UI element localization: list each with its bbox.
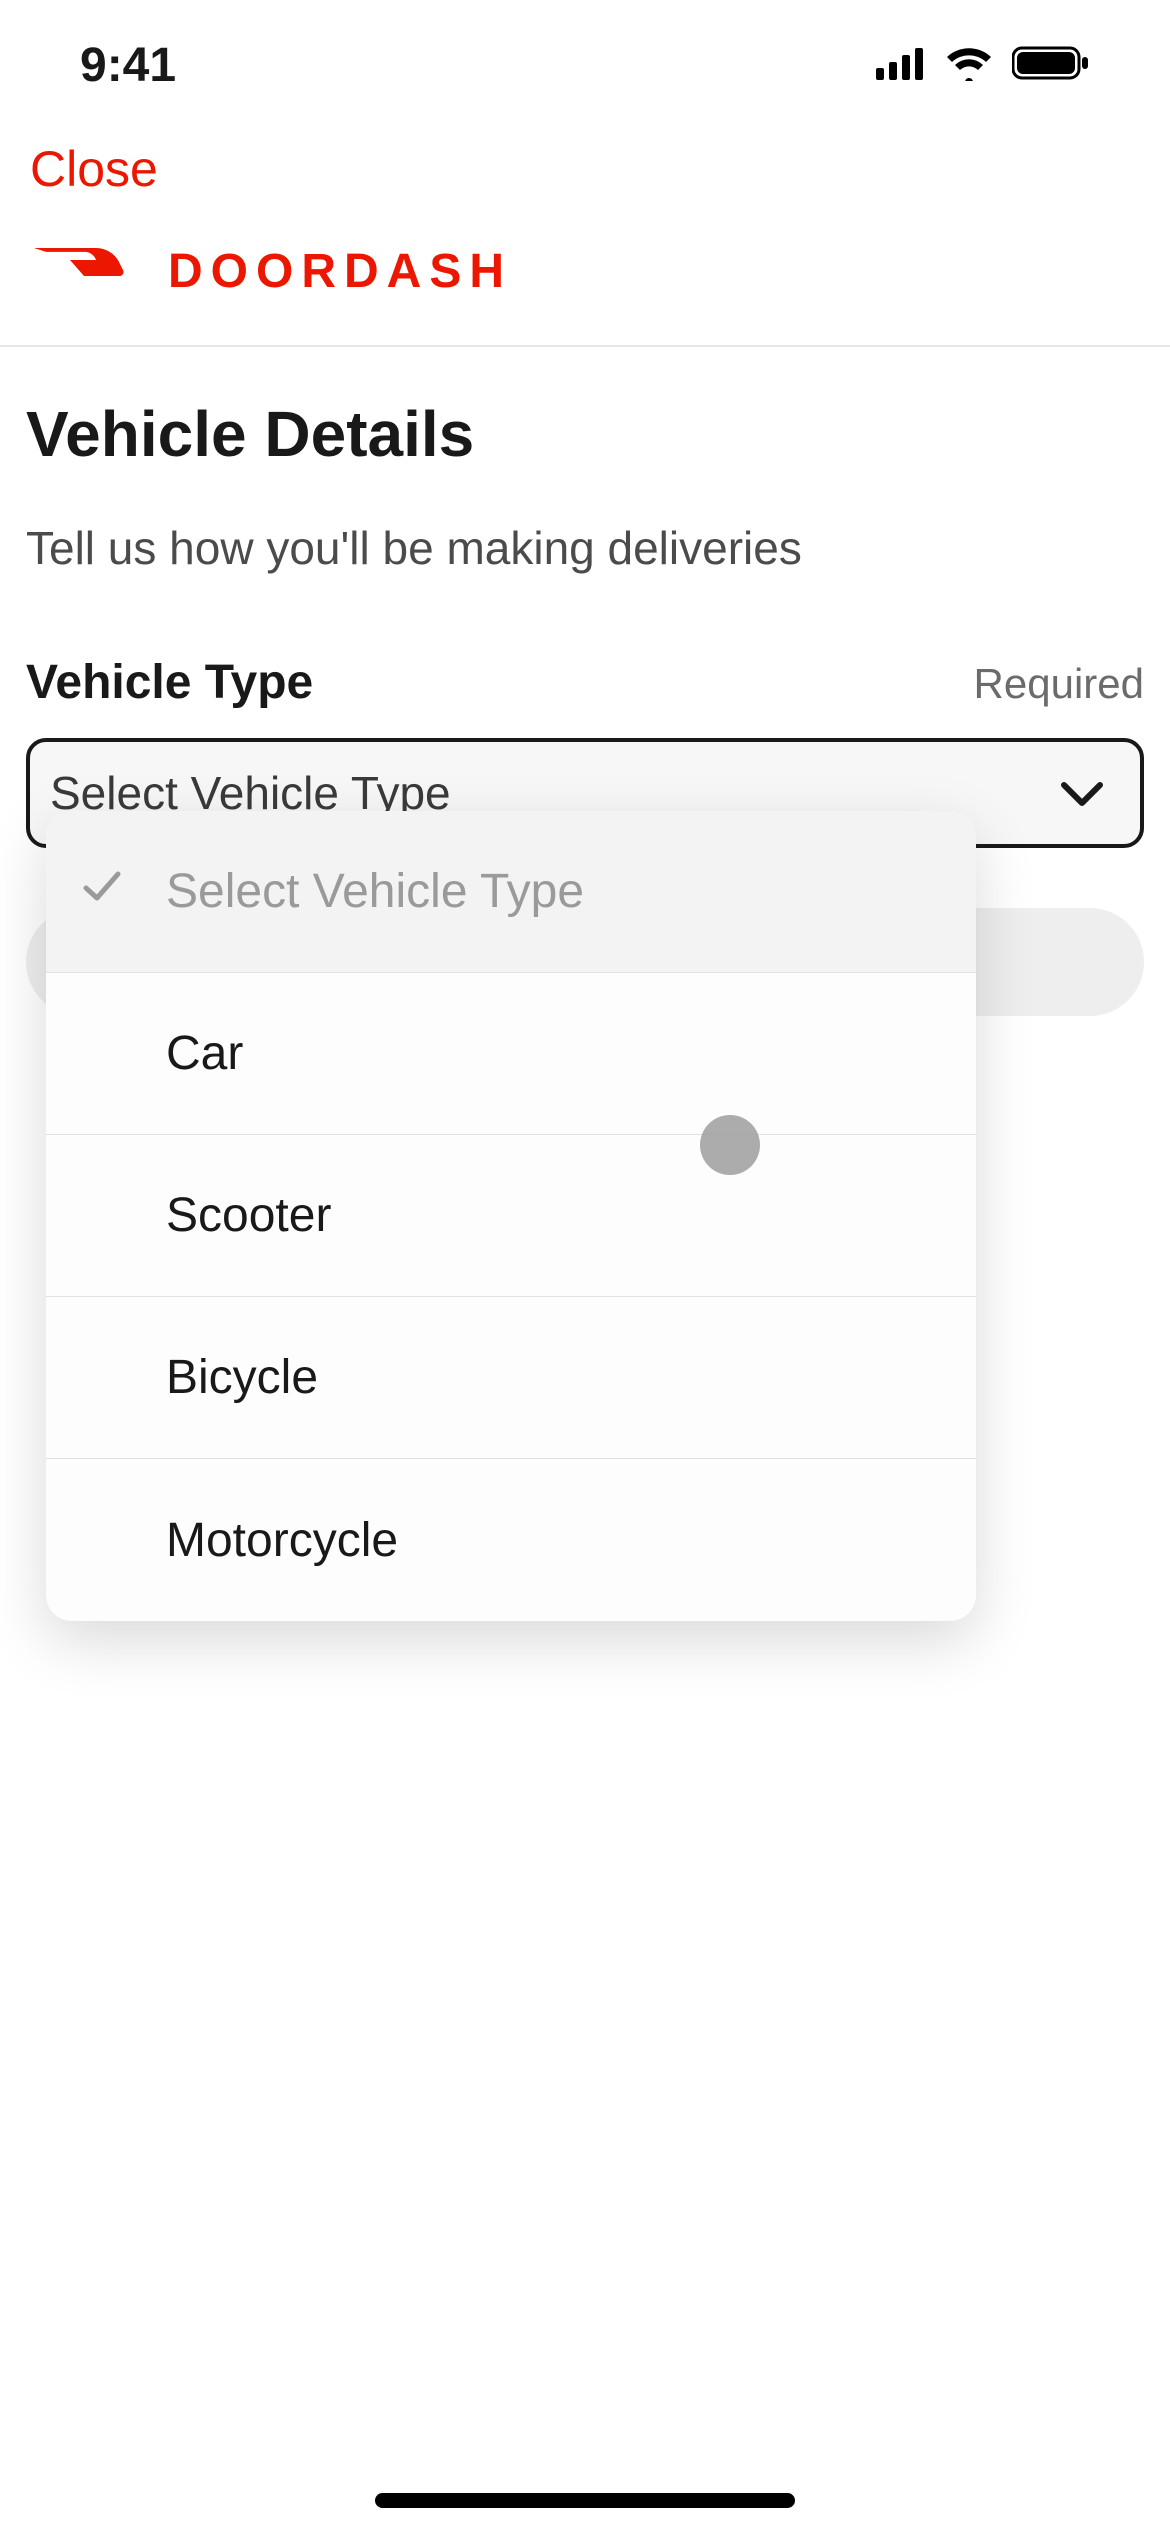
page-subtitle: Tell us how you'll be making deliveries — [26, 521, 1144, 575]
dropdown-option-bicycle[interactable]: Bicycle — [46, 1297, 976, 1459]
wifi-icon — [944, 45, 994, 86]
dropdown-option-label: Bicycle — [166, 1350, 318, 1405]
dropdown-option-label: Scooter — [166, 1188, 331, 1243]
page-title: Vehicle Details — [26, 397, 1144, 471]
dropdown-option-label: Motorcycle — [166, 1513, 398, 1568]
dropdown-option-scooter[interactable]: Scooter — [46, 1135, 976, 1297]
chevron-down-icon — [1060, 766, 1104, 820]
dropdown-option-car[interactable]: Car — [46, 973, 976, 1135]
cellular-icon — [876, 46, 926, 85]
status-time: 9:41 — [80, 38, 176, 93]
dropdown-option-label: Select Vehicle Type — [166, 864, 584, 919]
brand-header: DOORDASH — [0, 238, 1170, 345]
vehicle-type-dropdown: Select Vehicle Type Car Scooter Bicycle … — [46, 811, 976, 1621]
dropdown-option-placeholder[interactable]: Select Vehicle Type — [46, 811, 976, 973]
doordash-logo-icon — [30, 238, 140, 305]
dropdown-option-motorcycle[interactable]: Motorcycle — [46, 1459, 976, 1621]
vehicle-type-label: Vehicle Type — [26, 655, 313, 710]
status-bar: 9:41 — [0, 0, 1170, 130]
checkmark-icon — [80, 864, 124, 920]
required-indicator: Required — [974, 660, 1144, 708]
home-indicator[interactable] — [375, 2493, 795, 2508]
status-indicators — [876, 45, 1090, 86]
battery-icon — [1012, 45, 1090, 86]
dropdown-option-label: Car — [166, 1026, 243, 1081]
close-button[interactable]: Close — [30, 140, 158, 198]
touch-indicator-icon — [700, 1115, 760, 1175]
brand-name: DOORDASH — [168, 244, 512, 299]
